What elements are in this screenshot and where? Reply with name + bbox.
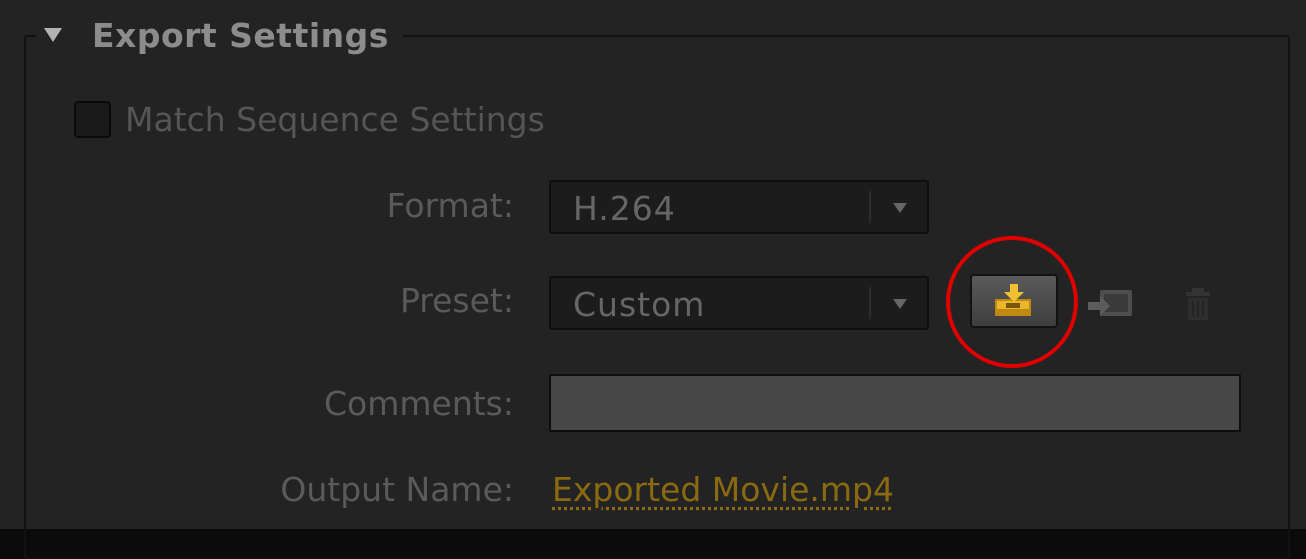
comments-label: Comments: bbox=[324, 384, 514, 423]
chevron-down-icon bbox=[893, 203, 907, 213]
export-settings-panel: Export Settings Match Sequence Settings … bbox=[0, 0, 1306, 559]
import-preset-button[interactable] bbox=[1086, 282, 1136, 326]
dropdown-separator bbox=[869, 191, 871, 223]
preset-dropdown[interactable]: Custom bbox=[549, 276, 929, 330]
section-title: Export Settings bbox=[92, 15, 389, 55]
output-name-link[interactable]: Exported Movie.mp4 bbox=[552, 470, 894, 509]
format-label: Format: bbox=[386, 186, 514, 225]
save-preset-button[interactable] bbox=[970, 274, 1058, 328]
import-preset-icon bbox=[1088, 290, 1132, 316]
format-dropdown[interactable]: H.264 bbox=[549, 180, 929, 234]
disclosure-triangle-icon[interactable] bbox=[44, 28, 62, 42]
comments-input[interactable] bbox=[549, 374, 1241, 432]
preset-label: Preset: bbox=[399, 281, 514, 320]
save-preset-icon bbox=[995, 284, 1031, 316]
match-sequence-checkbox[interactable] bbox=[74, 100, 111, 138]
chevron-down-icon bbox=[893, 299, 907, 309]
match-sequence-row[interactable]: Match Sequence Settings bbox=[74, 96, 545, 142]
output-name-label: Output Name: bbox=[280, 470, 514, 509]
section-header[interactable]: Export Settings bbox=[36, 10, 403, 60]
preset-value: Custom bbox=[573, 285, 706, 324]
dropdown-separator bbox=[869, 287, 871, 319]
match-sequence-label[interactable]: Match Sequence Settings bbox=[125, 100, 545, 139]
delete-preset-button[interactable] bbox=[1180, 282, 1216, 326]
trash-icon bbox=[1186, 288, 1210, 320]
format-value: H.264 bbox=[573, 189, 676, 228]
